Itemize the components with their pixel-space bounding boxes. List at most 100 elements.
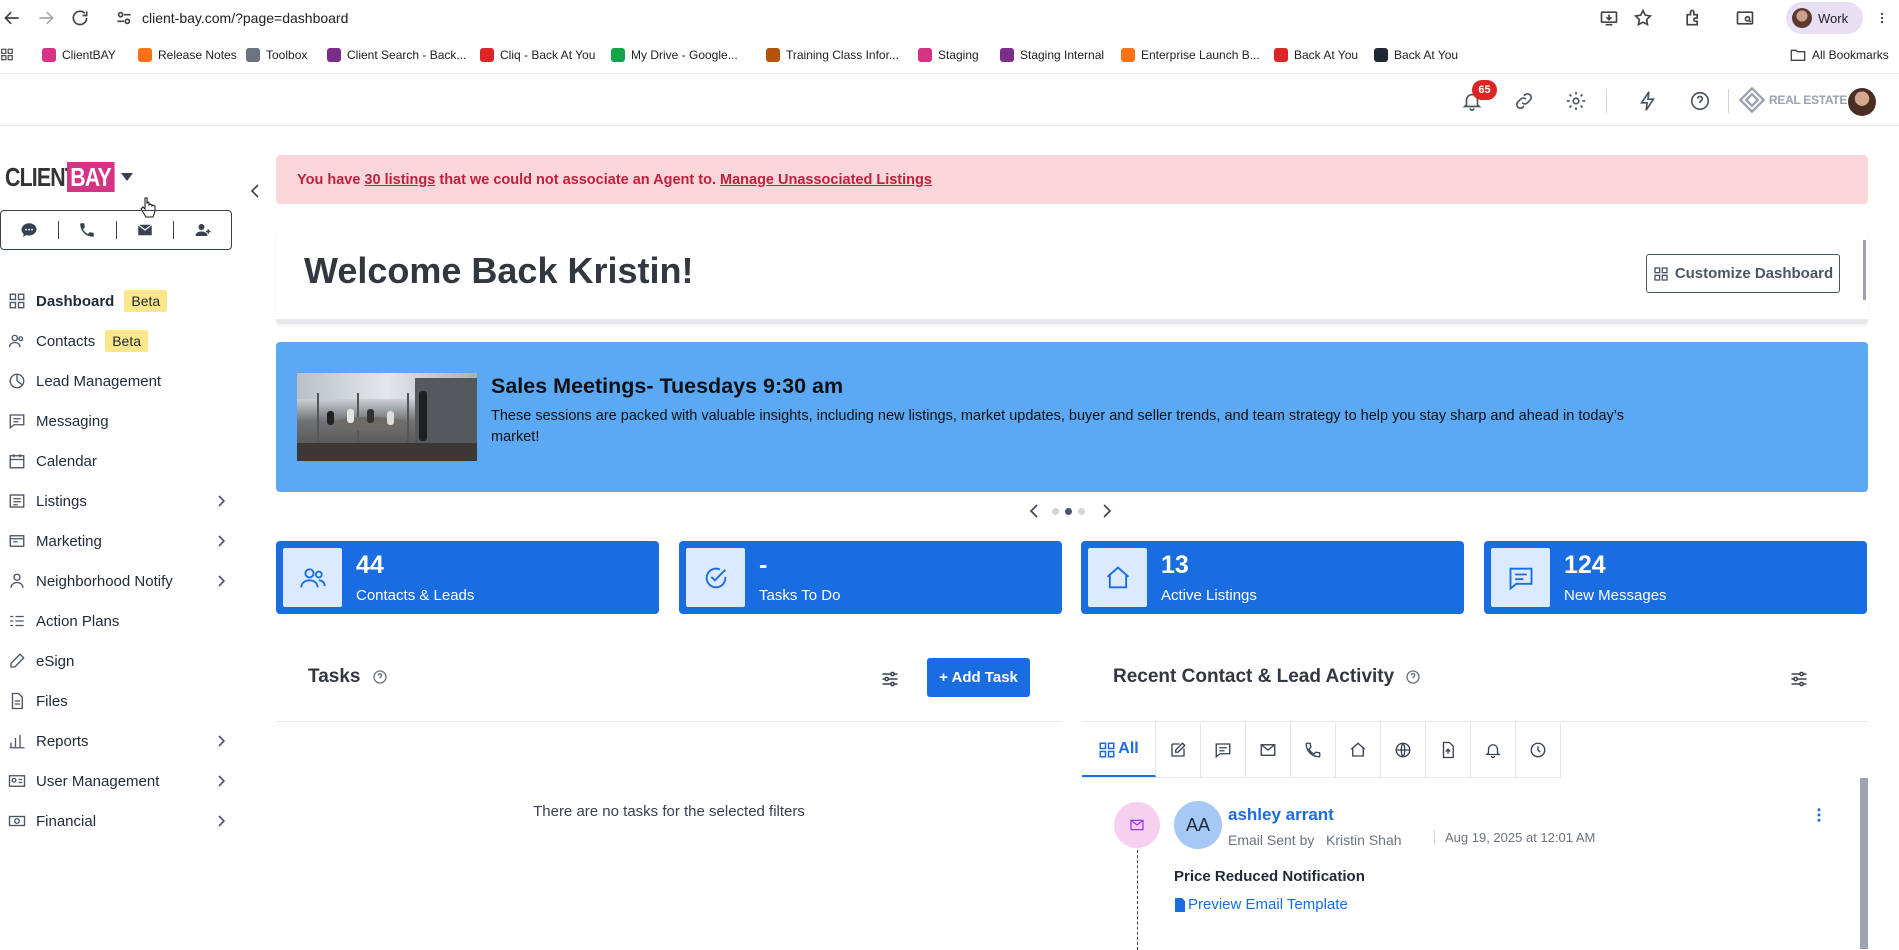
tab-all[interactable]: All (1082, 722, 1156, 777)
chevron-right-icon[interactable] (214, 814, 228, 828)
carousel-dot-active[interactable] (1065, 508, 1072, 515)
install-app-icon[interactable] (1599, 8, 1619, 28)
carousel-dot[interactable] (1052, 508, 1059, 515)
sidebar-item-contacts[interactable]: Contacts Beta (0, 322, 240, 360)
bookmark-item[interactable]: Back At You (1374, 37, 1458, 72)
link-icon[interactable] (1513, 90, 1535, 112)
add-contact-icon[interactable] (174, 211, 231, 249)
bookmark-favicon-icon (1374, 47, 1388, 62)
stat-contacts-leads[interactable]: 44 Contacts & Leads (276, 541, 659, 614)
sidebar-item-messaging[interactable]: Messaging (0, 402, 240, 440)
collapse-sidebar-icon[interactable] (249, 183, 261, 199)
chevron-right-icon[interactable] (214, 534, 228, 548)
profile-chip[interactable]: Work (1786, 2, 1863, 34)
sidebar-item-label: Messaging (36, 412, 109, 430)
sidebar-item-lead-management[interactable]: Lead Management (0, 362, 240, 400)
tab-search-icon[interactable] (1735, 8, 1755, 28)
chevron-right-icon[interactable] (214, 774, 228, 788)
customize-dashboard-button[interactable]: Customize Dashboard (1646, 254, 1840, 293)
sidebar-item-label: Calendar (36, 452, 97, 470)
chevron-right-icon[interactable] (214, 494, 228, 508)
clientbay-logo[interactable]: CLIENT BAY (5, 162, 125, 192)
phone-icon[interactable] (59, 211, 116, 249)
sidebar-item-financial[interactable]: Financial (0, 802, 240, 840)
brand-logo: REAL ESTATE (1738, 86, 1847, 114)
sidebar-item-neighborhood-notify[interactable]: Neighborhood Notify (0, 562, 240, 600)
sidebar-item-marketing[interactable]: Marketing (0, 522, 240, 560)
sidebar-item-action-plans[interactable]: Action Plans (0, 602, 240, 640)
carousel-prev-icon[interactable] (1029, 504, 1039, 518)
tab-email-icon[interactable] (1246, 722, 1291, 777)
email-icon[interactable] (117, 211, 174, 249)
contact-name-link[interactable]: ashley arrant (1228, 805, 1334, 825)
sidebar-item-label: Marketing (36, 532, 102, 550)
alert-middle: that we could not associate an Agent to. (439, 171, 716, 188)
bookmark-item[interactable]: Toolbox (246, 37, 307, 72)
contact-avatar[interactable]: AA (1174, 801, 1222, 849)
sidebar-item-user-management[interactable]: User Management (0, 762, 240, 800)
extensions-icon[interactable] (1683, 8, 1703, 28)
site-settings-icon[interactable] (114, 8, 134, 28)
stat-tasks-to-do[interactable]: - Tasks To Do (679, 541, 1062, 614)
welcome-scrollbar[interactable] (1863, 240, 1866, 300)
help-circle-icon[interactable] (372, 669, 388, 685)
alert-listings-link[interactable]: 30 listings (364, 172, 435, 188)
bookmark-item[interactable]: Cliq - Back At You (480, 37, 595, 72)
bookmark-item[interactable]: Staging Internal (1000, 37, 1104, 72)
add-task-button[interactable]: + Add Task (927, 658, 1030, 697)
tab-house-icon[interactable] (1336, 722, 1381, 777)
timeline-line (1137, 850, 1138, 950)
tab-sms-icon[interactable] (1201, 722, 1246, 777)
help-circle-icon[interactable] (1405, 669, 1421, 685)
sidebar-item-listings[interactable]: Listings (0, 482, 240, 520)
reload-icon[interactable] (70, 8, 90, 28)
chevron-right-icon[interactable] (214, 734, 228, 748)
bookmark-item[interactable]: Release Notes (138, 37, 237, 72)
user-avatar[interactable] (1848, 88, 1876, 116)
sidebar-item-calendar[interactable]: Calendar (0, 442, 240, 480)
sidebar-item-esign[interactable]: eSign (0, 642, 240, 680)
url-text[interactable]: client-bay.com/?page=dashboard (142, 10, 348, 26)
bookmark-star-icon[interactable] (1633, 8, 1653, 28)
bookmark-item[interactable]: Staging (918, 37, 979, 72)
stat-new-messages[interactable]: 124 New Messages (1484, 541, 1867, 614)
lightning-icon[interactable] (1637, 90, 1659, 112)
grid-icon (1098, 741, 1115, 757)
preview-email-template-link[interactable]: Preview Email Template (1174, 896, 1348, 913)
tab-document-icon[interactable] (1426, 722, 1471, 777)
tab-globe-icon[interactable] (1381, 722, 1426, 777)
chevron-right-icon[interactable] (214, 574, 228, 588)
more-options-icon[interactable] (1810, 806, 1828, 824)
chat-icon[interactable] (1, 211, 58, 249)
browser-menu-icon[interactable] (1875, 8, 1889, 28)
activity-scrollbar[interactable] (1860, 778, 1868, 949)
bookmark-item[interactable]: Enterprise Launch B... (1121, 37, 1260, 72)
forward-arrow-icon[interactable] (36, 8, 56, 28)
carousel-dot[interactable] (1078, 508, 1085, 515)
sidebar-item-reports[interactable]: Reports (0, 722, 240, 760)
help-circle-icon[interactable] (1689, 90, 1711, 112)
sidebar-item-dashboard[interactable]: Dashboard Beta (0, 282, 240, 320)
announcement-banner[interactable]: Sales Meetings- Tuesdays 9:30 am These s… (276, 342, 1868, 492)
manage-unassociated-link[interactable]: Manage Unassociated Listings (720, 172, 932, 188)
apps-grid-icon[interactable] (0, 37, 14, 72)
bookmark-item[interactable]: ClientBAY (42, 37, 116, 72)
stat-active-listings[interactable]: 13 Active Listings (1081, 541, 1464, 614)
tab-bell-icon[interactable] (1471, 722, 1516, 777)
carousel-next-icon[interactable] (1102, 504, 1112, 518)
bookmark-item[interactable]: My Drive - Google... (611, 37, 738, 72)
bookmark-item[interactable]: Training Class Infor... (766, 37, 899, 72)
filter-sliders-icon[interactable] (1789, 669, 1809, 689)
logo-dropdown-icon[interactable] (120, 172, 134, 182)
beta-badge: Beta (124, 290, 168, 312)
tab-notes-icon[interactable] (1156, 722, 1201, 777)
tab-phone-icon[interactable] (1291, 722, 1336, 777)
sidebar-item-files[interactable]: Files (0, 682, 240, 720)
back-arrow-icon[interactable] (2, 8, 22, 28)
filter-sliders-icon[interactable] (880, 669, 900, 689)
bookmark-item[interactable]: Client Search - Back... (327, 37, 466, 72)
all-bookmarks[interactable]: All Bookmarks (1790, 37, 1889, 72)
bookmark-item[interactable]: Back At You (1274, 37, 1358, 72)
tab-history-icon[interactable] (1516, 722, 1561, 777)
gear-icon[interactable] (1565, 90, 1587, 112)
